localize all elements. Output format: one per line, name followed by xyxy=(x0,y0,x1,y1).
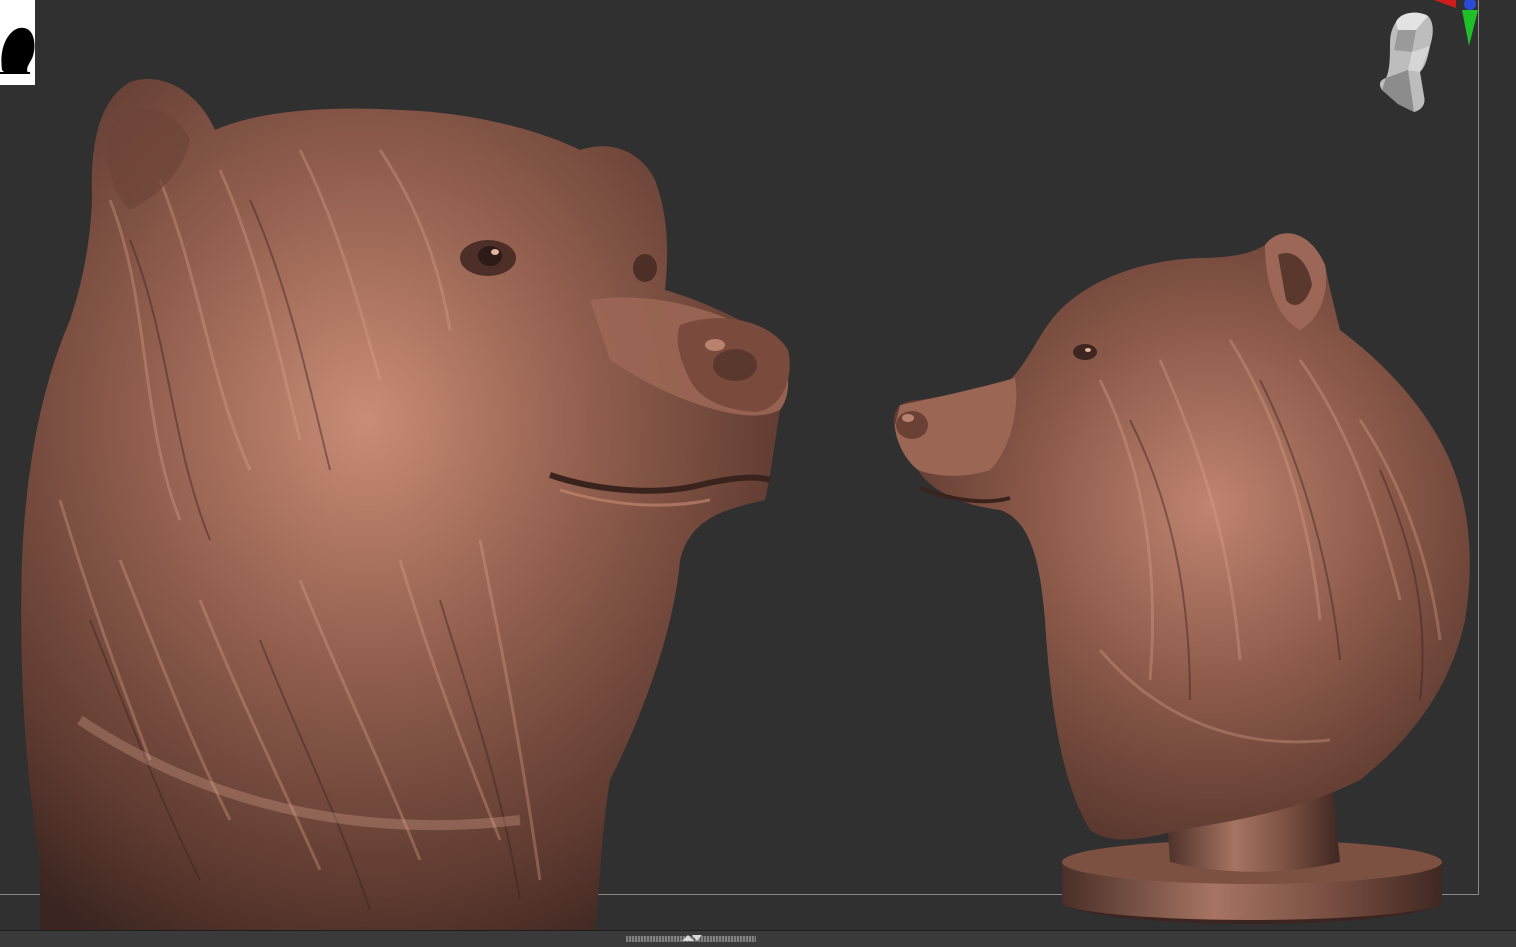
bear-bust-right[interactable] xyxy=(0,0,1516,946)
splitter-arrows-icon[interactable] xyxy=(680,933,704,943)
model-thumbnail-icon[interactable] xyxy=(0,0,35,85)
bottom-tray-bar xyxy=(0,930,1516,947)
document-viewport[interactable] xyxy=(0,0,1516,947)
navigation-head-gizmo-icon[interactable] xyxy=(1368,0,1480,120)
